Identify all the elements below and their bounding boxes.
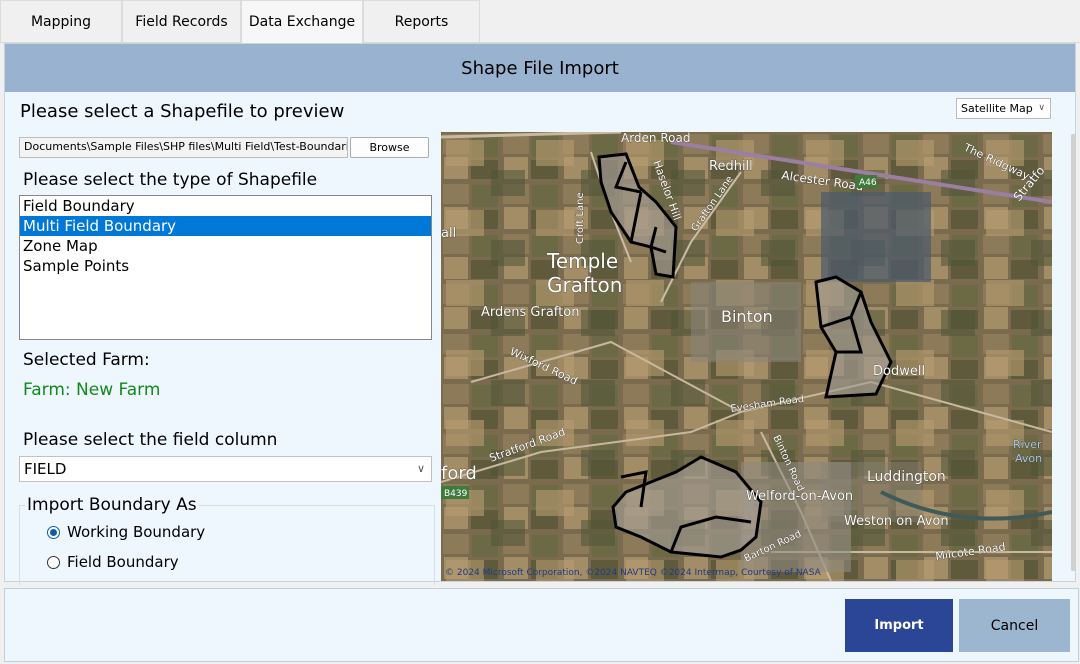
tab-reports[interactable]: Reports [363,0,480,42]
field-boundary-label[interactable]: Field Boundary [67,553,179,571]
map-label: ford [441,463,477,484]
tab-label: Mapping [30,13,92,30]
map-label: Ardens Grafton [481,305,579,320]
map-label: Welford-on-Avon [746,489,853,504]
map-label: Binton [721,307,773,326]
tab-label: Data Exchange [248,14,356,30]
map-label: all [441,226,456,241]
map-label: A46 [859,178,877,188]
tab-label: Field Records [135,13,228,30]
shapefile-type-label: Please select the type of Shapefile [23,170,318,190]
field-boundary-radio[interactable] [47,556,60,569]
tab-field-records[interactable]: Field Records [122,0,241,42]
farm-value: Farm: New Farm [23,380,161,400]
map-label: Redhill [709,159,753,174]
cancel-button[interactable]: Cancel [959,599,1070,652]
map-label: B439 [444,489,468,499]
working-boundary-radio[interactable] [47,526,60,539]
field-column-label: Please select the field column [23,430,278,450]
map-layer-select[interactable]: Satellite Map ∨ [956,98,1051,119]
list-item-field-boundary[interactable]: Field Boundary [20,196,431,216]
map-preview[interactable]: Arden Road Redhill Alcester Road The Rid… [441,132,1052,581]
field-column-select[interactable]: FIELD ∨ [19,456,432,482]
map-label: Dodwell [873,364,925,379]
map-label: Arden Road [621,132,690,145]
map-label: Croft Lane [575,192,586,244]
selected-farm-label: Selected Farm: [23,350,150,370]
chevron-down-icon: ∨ [416,462,425,475]
tab-bar: Mapping Field Records Data Exchange Repo… [0,0,1080,43]
panel-title: Shape File Import [5,44,1075,92]
map-copyright: © 2024 Microsoft Corporation, ©2024 NAVT… [445,568,822,578]
footer-bar: Import Cancel [4,588,1079,662]
select-shapefile-label: Please select a Shapefile to preview [20,101,345,122]
list-item-sample-points[interactable]: Sample Points [20,256,431,276]
tab-mapping[interactable]: Mapping [0,0,122,42]
map-label: River [1013,438,1042,451]
list-item-multi-field-boundary[interactable]: Multi Field Boundary [20,216,431,236]
tab-label: Reports [394,13,449,30]
satellite-map: Arden Road Redhill Alcester Road The Rid… [441,132,1052,581]
map-label: Grafton [547,273,622,297]
map-layer-value: Satellite Map [961,102,1033,115]
field-column-value: FIELD [24,460,67,478]
map-label: Avon [1015,452,1042,465]
map-label: Luddington [867,469,946,485]
map-label: Weston on Avon [844,514,949,529]
import-boundary-label: Import Boundary As [25,495,199,515]
list-item-zone-map[interactable]: Zone Map [20,236,431,256]
shape-file-import-panel: Shape File Import Please select a Shapef… [4,43,1076,585]
import-boundary-group [19,505,435,585]
map-solar-area [821,192,931,282]
browse-button[interactable]: Browse [350,137,429,158]
shapefile-type-list[interactable]: Field Boundary Multi Field Boundary Zone… [19,195,432,340]
working-boundary-label[interactable]: Working Boundary [67,523,205,541]
vertical-scrollbar[interactable] [1071,134,1076,571]
import-button[interactable]: Import [845,599,953,652]
map-label: Temple [546,249,618,273]
tab-data-exchange[interactable]: Data Exchange [241,0,363,43]
chevron-down-icon: ∨ [1038,103,1045,113]
file-path-input[interactable]: Documents\Sample Files\SHP files\Multi F… [19,137,348,158]
